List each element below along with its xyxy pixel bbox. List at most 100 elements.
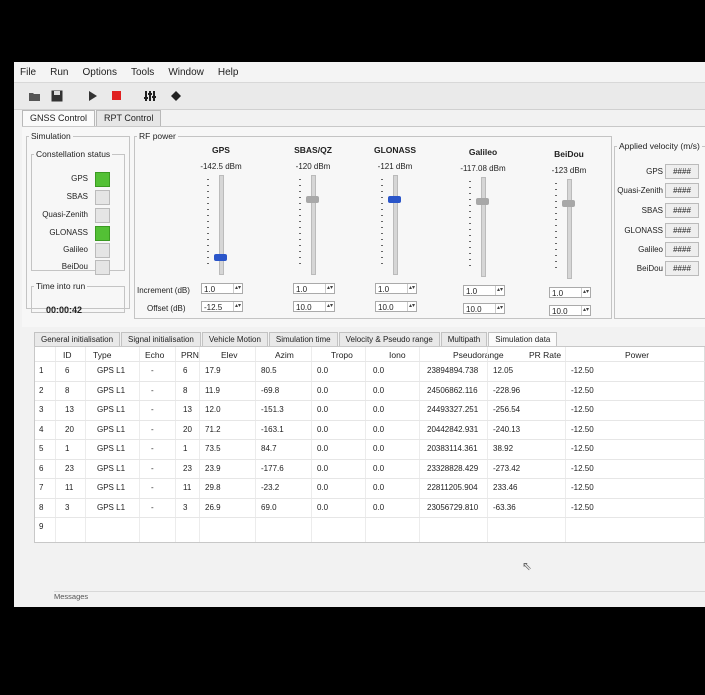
- row-number: 1: [39, 366, 44, 375]
- save-icon[interactable]: [48, 87, 66, 105]
- cell-pseudorange: 23328828.429: [427, 463, 479, 473]
- slider-tick: [381, 251, 383, 252]
- tab-rpt-control[interactable]: RPT Control: [96, 110, 162, 126]
- col-header-prn[interactable]: PRN: [181, 350, 199, 360]
- spin-arrows-icon[interactable]: ▴▾: [495, 286, 504, 295]
- spin-arrows-icon[interactable]: ▴▾: [407, 302, 416, 311]
- slider-tick: [381, 185, 383, 186]
- glonass-offset-field[interactable]: 10.0 ▴▾: [375, 301, 417, 312]
- menu-run[interactable]: Run: [50, 67, 68, 78]
- menu-options[interactable]: Options: [82, 67, 116, 78]
- beidou-increment-field[interactable]: 1.0 ▴▾: [549, 287, 591, 298]
- sbas-offset-field[interactable]: 10.0 ▴▾: [293, 301, 335, 312]
- tab-signal-initialisation[interactable]: Signal initialisation: [121, 332, 201, 346]
- col-header-azim[interactable]: Azim: [275, 350, 294, 360]
- glonass-power-slider-handle[interactable]: [388, 196, 401, 203]
- cell-echo: -: [151, 366, 154, 375]
- sbas-increment-field[interactable]: 1.0 ▴▾: [293, 283, 335, 294]
- cell-prn: 20: [183, 424, 192, 434]
- beidou-power-slider-handle[interactable]: [562, 200, 575, 207]
- cell-tropo: 0.0: [317, 463, 329, 473]
- slider-tick: [555, 267, 557, 268]
- open-folder-icon[interactable]: [26, 87, 44, 105]
- equalizer-icon[interactable]: [142, 87, 160, 105]
- tab-gnss-control[interactable]: GNSS Control: [22, 110, 96, 126]
- col-header-pr-rate[interactable]: PR Rate: [529, 350, 561, 360]
- stop-icon[interactable]: [108, 87, 126, 105]
- cell-type: GPS L1: [97, 366, 126, 375]
- slider-tick: [207, 227, 209, 228]
- spin-arrows-icon[interactable]: ▴▾: [325, 284, 334, 293]
- spin-arrows-icon[interactable]: ▴▾: [233, 302, 242, 311]
- slider-tick: [207, 185, 209, 186]
- cell-tropo: 0.0: [317, 385, 329, 395]
- sbas-power-slider-track[interactable]: [311, 175, 316, 275]
- glonass-increment-field[interactable]: 1.0 ▴▾: [375, 283, 417, 294]
- slider-tick: [299, 257, 301, 258]
- rf-dbm-gps: -142.5 dBm: [200, 162, 242, 171]
- menu-window[interactable]: Window: [168, 67, 204, 78]
- diamond-icon[interactable]: [167, 87, 185, 105]
- cell-type: GPS L1: [97, 405, 126, 414]
- velocity-row-beidou: BeiDou ####: [615, 260, 699, 278]
- slider-tick: [469, 193, 471, 194]
- slider-ticks: [469, 181, 471, 271]
- col-header-echo[interactable]: Echo: [145, 350, 164, 360]
- spin-arrows-icon[interactable]: ▴▾: [233, 284, 242, 293]
- gps-increment-field[interactable]: 1.0 ▴▾: [201, 283, 243, 294]
- galileo-offset-field[interactable]: 10.0 ▴▾: [463, 303, 505, 314]
- menu-file[interactable]: File: [20, 67, 36, 78]
- tab-velocity-pseudo-range[interactable]: Velocity & Pseudo range: [338, 332, 440, 346]
- col-header-elev[interactable]: Elev: [221, 350, 238, 360]
- slider-tick: [207, 251, 209, 252]
- spin-arrows-icon[interactable]: ▴▾: [407, 284, 416, 293]
- col-header-tropo[interactable]: Tropo: [331, 350, 353, 360]
- simulation-data-table: ID Type Echo PRN Elev Azim Tropo Iono Ps…: [34, 346, 705, 543]
- tab-simulation-data[interactable]: Simulation data: [488, 332, 558, 346]
- galileo-increment-field[interactable]: 1.0 ▴▾: [463, 285, 505, 296]
- status-indicator: [95, 208, 110, 223]
- messages-bar: Messages: [54, 591, 705, 607]
- cell-pseudorange: 24493327.251: [427, 405, 479, 414]
- slider-tick: [469, 205, 471, 206]
- cell-id: 13: [65, 405, 74, 414]
- gps-offset-field[interactable]: -12.5 ▴▾: [201, 301, 243, 312]
- cell-iono: 0.0: [373, 385, 385, 395]
- glonass-power-slider-track[interactable]: [393, 175, 398, 275]
- spin-arrows-icon[interactable]: ▴▾: [581, 288, 590, 297]
- messages-label: Messages: [54, 592, 89, 601]
- beidou-offset-field[interactable]: 10.0 ▴▾: [549, 305, 591, 316]
- cell-type: GPS L1: [97, 444, 126, 453]
- velocity-value: ####: [665, 242, 699, 257]
- rf-dbm-glonass: -121 dBm: [377, 162, 413, 171]
- col-header-iono[interactable]: Iono: [389, 350, 406, 360]
- rf-column-glonass: GLONASS -121 dBm 1.0 ▴▾ 10.0 ▴▾: [365, 145, 425, 325]
- tab-vehicle-motion[interactable]: Vehicle Motion: [201, 332, 268, 346]
- spin-arrows-icon[interactable]: ▴▾: [495, 304, 504, 313]
- slider-tick: [469, 259, 471, 260]
- col-header-pseudorange[interactable]: Pseudorange: [453, 350, 504, 360]
- col-header-power[interactable]: Power: [625, 350, 649, 360]
- menu-tools[interactable]: Tools: [131, 67, 154, 78]
- cell-elev: 11.9: [205, 385, 220, 395]
- gps-power-slider-handle[interactable]: [214, 254, 227, 261]
- spin-arrows-icon[interactable]: ▴▾: [581, 306, 590, 315]
- menu-help[interactable]: Help: [218, 67, 239, 78]
- galileo-power-slider-handle[interactable]: [476, 198, 489, 205]
- galileo-power-slider-track[interactable]: [481, 177, 486, 277]
- slider-tick: [299, 185, 301, 186]
- play-icon[interactable]: [84, 87, 102, 105]
- beidou-power-slider-track[interactable]: [567, 179, 572, 279]
- offset-label: Offset (dB): [147, 304, 186, 313]
- sbas-power-slider-handle[interactable]: [306, 196, 319, 203]
- col-header-id[interactable]: ID: [63, 350, 72, 360]
- tab-general-initialisation[interactable]: General initialisation: [34, 332, 121, 346]
- slider-tick: [469, 187, 471, 188]
- table-row[interactable]: 9: [35, 519, 705, 539]
- tab-multipath[interactable]: Multipath: [440, 332, 488, 346]
- col-header-type[interactable]: Type: [93, 350, 111, 360]
- spin-arrows-icon[interactable]: ▴▾: [325, 302, 334, 311]
- cell-power: -12.50: [571, 405, 594, 414]
- tab-simulation-time[interactable]: Simulation time: [268, 332, 338, 346]
- slider-tick: [555, 207, 557, 208]
